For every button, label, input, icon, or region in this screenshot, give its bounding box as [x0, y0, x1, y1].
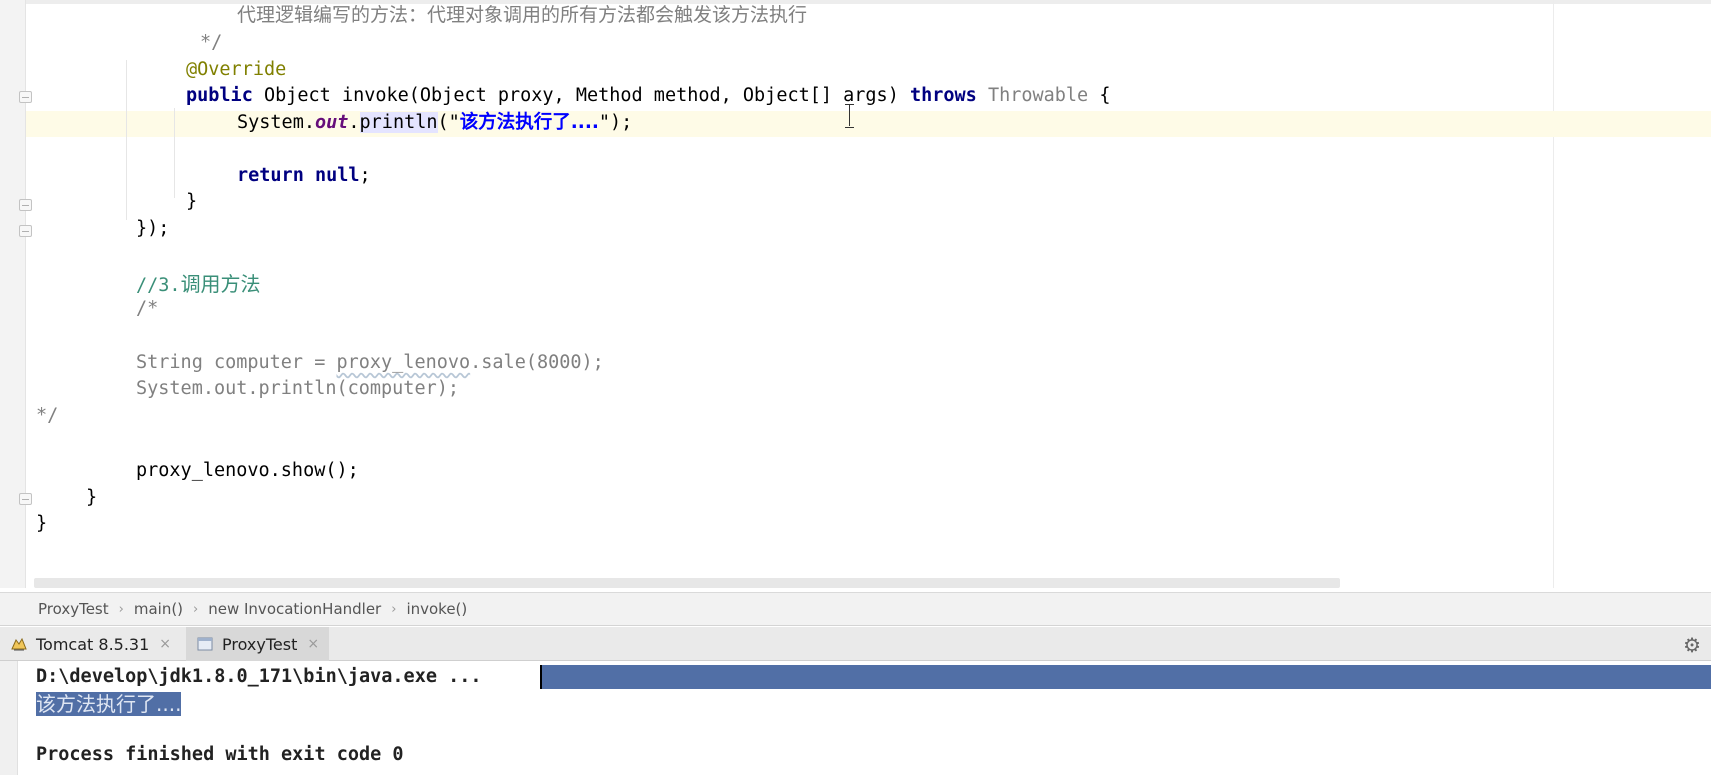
fold-marker-icon[interactable] — [19, 225, 32, 237]
breadcrumb-item-class[interactable]: ProxyTest — [38, 600, 119, 618]
code-line-commented-sale: String computer = proxy_lenovo.sale(8000… — [136, 350, 604, 376]
doc-comment-text: 代理逻辑编写的方法：代理对象调用的所有方法都会触发该方法执行 — [237, 4, 808, 26]
commented-code: .sale(8000); — [470, 352, 604, 373]
invoke-signature: invoke(Object proxy, Method method, Obje… — [341, 85, 899, 106]
fold-marker-icon[interactable] — [19, 91, 32, 103]
editor-horizontal-scrollbar[interactable] — [34, 578, 1340, 588]
tab-label: ProxyTest — [222, 634, 298, 654]
string-open: (" — [437, 112, 460, 133]
code-line-block-comment-open: /* — [136, 296, 158, 322]
code-line-doc: 代理逻辑编写的方法：代理对象调用的所有方法都会触发该方法执行 — [237, 2, 807, 28]
string-close: "); — [598, 112, 633, 133]
tomcat-icon — [11, 637, 27, 651]
code-line-return: return null; — [237, 163, 371, 189]
code-line-show-call: proxy_lenovo.show(); — [136, 458, 359, 484]
doc-comment-end: */ — [200, 32, 223, 53]
indent-guide — [126, 60, 127, 220]
out-field: out — [314, 112, 349, 133]
comment-text: 调用方法 — [180, 272, 261, 296]
program-output: 该方法执行了.... — [36, 692, 182, 716]
string-literal: 该方法执行了.... — [459, 112, 599, 133]
close-brace: } — [186, 191, 198, 212]
tab-label: Tomcat 8.5.31 — [36, 634, 150, 654]
console-cursor — [540, 665, 542, 689]
close-icon[interactable]: × — [307, 636, 319, 652]
code-line-invoke-signature: public Object invoke(Object proxy, Metho… — [186, 83, 1110, 109]
gear-icon[interactable]: ⚙ — [1683, 633, 1701, 657]
breadcrumb: ProxyTest › main() › new InvocationHandl… — [0, 592, 1711, 626]
breadcrumb-item-main[interactable]: main() — [134, 600, 193, 618]
commented-code: System.out.println(computer); — [136, 378, 460, 399]
code-line-close-main: } — [86, 485, 97, 511]
system-class: System. — [237, 112, 315, 133]
breadcrumb-separator: › — [193, 601, 199, 617]
close-brace: } — [36, 513, 48, 534]
commented-code: String computer = — [136, 352, 337, 373]
console-finished-line: Process finished with exit code 0 — [36, 742, 404, 768]
println-method: println — [359, 112, 438, 133]
block-comment-close: */ — [36, 405, 59, 426]
keyword-throws: throws — [909, 85, 977, 106]
block-comment-open: /* — [136, 298, 159, 319]
code-line-doc-end: */ — [200, 30, 222, 56]
run-console[interactable]: D:\develop\jdk1.8.0_171\bin\java.exe ...… — [0, 661, 1711, 775]
right-margin-guide — [1553, 0, 1554, 588]
console-command-line: D:\develop\jdk1.8.0_171\bin\java.exe ... — [36, 664, 482, 690]
type-throwable: Throwable — [987, 85, 1089, 106]
code-line-override: @Override — [186, 57, 286, 83]
keyword-null: null — [314, 165, 360, 186]
indent-guide — [174, 108, 175, 198]
console-output-line: 该方法执行了.... — [36, 691, 182, 717]
type-object: Object — [263, 85, 331, 106]
run-config-icon — [197, 637, 213, 651]
override-annotation: @Override — [186, 59, 287, 80]
run-tool-window-tabs: Tomcat 8.5.31 × ProxyTest × ⚙ — [0, 627, 1711, 661]
comment-prefix: //3. — [136, 275, 181, 296]
text-cursor-ibeam-icon — [845, 104, 854, 128]
fold-marker-icon[interactable] — [19, 199, 32, 211]
code-line-block-comment-close: */ — [36, 403, 58, 429]
tab-proxytest[interactable]: ProxyTest × — [186, 627, 330, 661]
keyword-public: public — [186, 85, 253, 106]
code-line-close-method: } — [186, 189, 197, 215]
breadcrumb-separator: › — [118, 601, 124, 617]
dot: . — [348, 112, 360, 133]
code-line-println: System.out.println("该方法执行了...."); — [237, 110, 632, 136]
selection-highlight — [540, 665, 1711, 689]
code-line-close-handler: }); — [136, 216, 169, 242]
semicolon: ; — [359, 165, 371, 186]
java-command: D:\develop\jdk1.8.0_171\bin\java.exe ... — [36, 666, 482, 687]
close-handler: }); — [136, 218, 170, 239]
code-line-commented-print: System.out.println(computer); — [136, 376, 459, 402]
close-icon[interactable]: × — [159, 636, 171, 652]
code-line-step3-comment: //3.调用方法 — [136, 271, 261, 297]
breadcrumb-item-handler[interactable]: new InvocationHandler — [208, 600, 391, 618]
console-gutter — [0, 661, 18, 775]
open-brace: { — [1099, 85, 1111, 106]
show-call: proxy_lenovo.show(); — [136, 460, 359, 481]
fold-marker-icon[interactable] — [19, 493, 32, 505]
breadcrumb-item-invoke[interactable]: invoke() — [406, 600, 477, 618]
breadcrumb-separator: › — [391, 601, 397, 617]
commented-proxy-var: proxy_lenovo — [336, 352, 471, 373]
keyword-return: return — [237, 165, 304, 186]
code-line-close-class: } — [36, 511, 47, 537]
close-brace: } — [86, 487, 98, 508]
process-finished-message: Process finished with exit code 0 — [36, 744, 404, 765]
tab-tomcat[interactable]: Tomcat 8.5.31 × — [0, 627, 181, 661]
code-editor[interactable]: 代理逻辑编写的方法：代理对象调用的所有方法都会触发该方法执行 */ @Overr… — [0, 0, 1711, 588]
